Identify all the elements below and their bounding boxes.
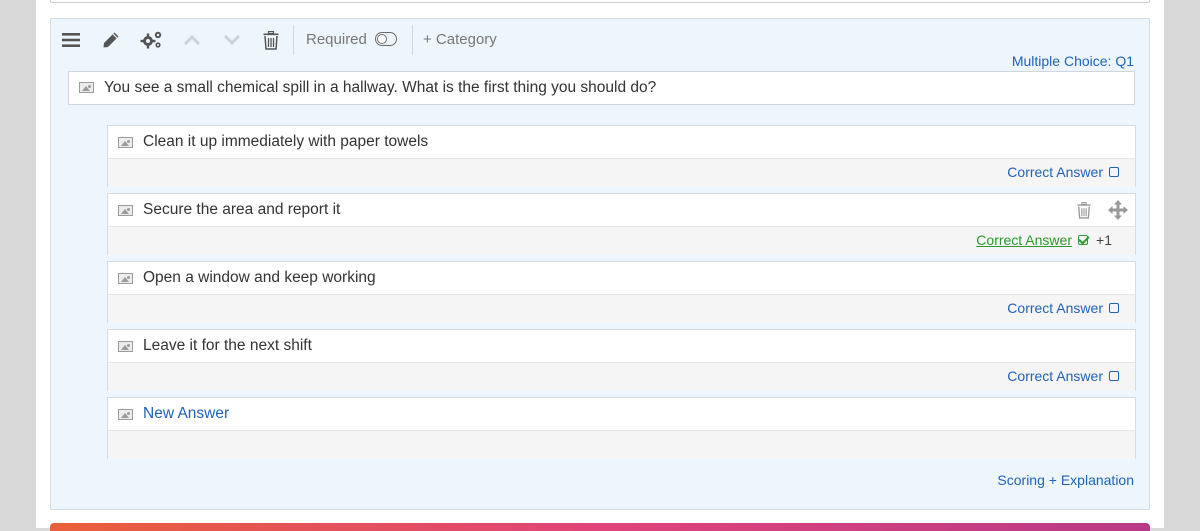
new-answer-label: New Answer — [143, 405, 230, 422]
delete-answer-icon[interactable] — [1077, 202, 1091, 224]
answer-option: Leave it for the next shift Correct Answ… — [107, 329, 1136, 391]
answer-text: Secure the area and report it — [143, 201, 341, 218]
correct-answer-label: Correct Answer — [1007, 164, 1103, 180]
hamburger-icon[interactable] — [60, 29, 82, 51]
answer-text: Leave it for the next shift — [143, 337, 312, 354]
question-text: You see a small chemical spill in a hall… — [104, 79, 657, 96]
answer-footer — [108, 430, 1135, 459]
next-card-gradient-edge — [50, 523, 1150, 531]
answer-footer: Correct Answer — [108, 362, 1135, 391]
required-label: Required — [306, 31, 367, 48]
image-icon[interactable] — [118, 137, 133, 148]
add-category-button[interactable]: + Category — [423, 31, 497, 48]
answer-text-field[interactable]: Open a window and keep working — [108, 262, 1135, 294]
score-value: +1 — [1096, 232, 1112, 248]
drag-move-icon[interactable] — [1108, 200, 1128, 225]
chevron-down-icon[interactable] — [221, 29, 243, 51]
checkbox-icon[interactable] — [1109, 167, 1119, 177]
correct-answer-toggle[interactable]: Correct Answer — [1007, 164, 1119, 180]
question-text-box[interactable]: You see a small chemical spill in a hall… — [68, 71, 1135, 105]
toolbar-divider — [412, 25, 413, 55]
new-answer-field[interactable]: New Answer — [108, 398, 1135, 430]
content-column: Required + Category Multiple Choice: Q1 … — [36, 0, 1164, 531]
gears-icon[interactable] — [139, 29, 165, 51]
answer-footer: Correct Answer +1 — [108, 226, 1135, 255]
answer-footer: Correct Answer — [108, 294, 1135, 323]
answer-text-field[interactable]: Clean it up immediately with paper towel… — [108, 126, 1135, 158]
trash-icon[interactable] — [260, 29, 282, 51]
scoring-explanation-link[interactable]: Scoring + Explanation — [997, 472, 1134, 488]
image-icon[interactable] — [118, 273, 133, 284]
image-icon[interactable] — [118, 341, 133, 352]
answer-option: Open a window and keep working Correct A… — [107, 261, 1136, 323]
correct-answer-toggle[interactable]: Correct Answer — [1007, 300, 1119, 316]
answer-text-field[interactable]: Leave it for the next shift — [108, 330, 1135, 362]
image-icon[interactable] — [79, 82, 94, 93]
checkbox-icon[interactable] — [1109, 303, 1119, 313]
correct-answer-toggle[interactable]: Correct Answer — [1007, 368, 1119, 384]
answer-option: Secure the area and report it Correct An… — [107, 193, 1136, 255]
image-icon[interactable] — [118, 205, 133, 216]
checked-checkbox-icon[interactable] — [1078, 235, 1088, 245]
correct-answer-label: Correct Answer — [976, 232, 1072, 248]
correct-answer-label: Correct Answer — [1007, 300, 1103, 316]
answer-text: Open a window and keep working — [143, 269, 376, 286]
required-toggle[interactable] — [375, 32, 397, 46]
chevron-up-icon[interactable] — [181, 29, 203, 51]
answer-text: Clean it up immediately with paper towel… — [143, 133, 429, 150]
answer-option: Clean it up immediately with paper towel… — [107, 125, 1136, 187]
image-icon[interactable] — [118, 409, 133, 420]
question-toolbar: Required + Category — [51, 19, 651, 61]
new-answer-option: New Answer — [107, 397, 1136, 459]
correct-answer-toggle[interactable]: Correct Answer — [976, 232, 1088, 248]
question-card: Required + Category Multiple Choice: Q1 … — [50, 18, 1150, 510]
question-type-label: Multiple Choice: Q1 — [1011, 53, 1134, 69]
toolbar-divider — [293, 25, 294, 55]
checkbox-icon[interactable] — [1109, 371, 1119, 381]
answer-footer: Correct Answer — [108, 158, 1135, 187]
previous-card-edge — [50, 0, 1150, 3]
correct-answer-label: Correct Answer — [1007, 368, 1103, 384]
answer-text-field[interactable]: Secure the area and report it — [108, 194, 1135, 226]
pencil-icon[interactable] — [100, 29, 122, 51]
